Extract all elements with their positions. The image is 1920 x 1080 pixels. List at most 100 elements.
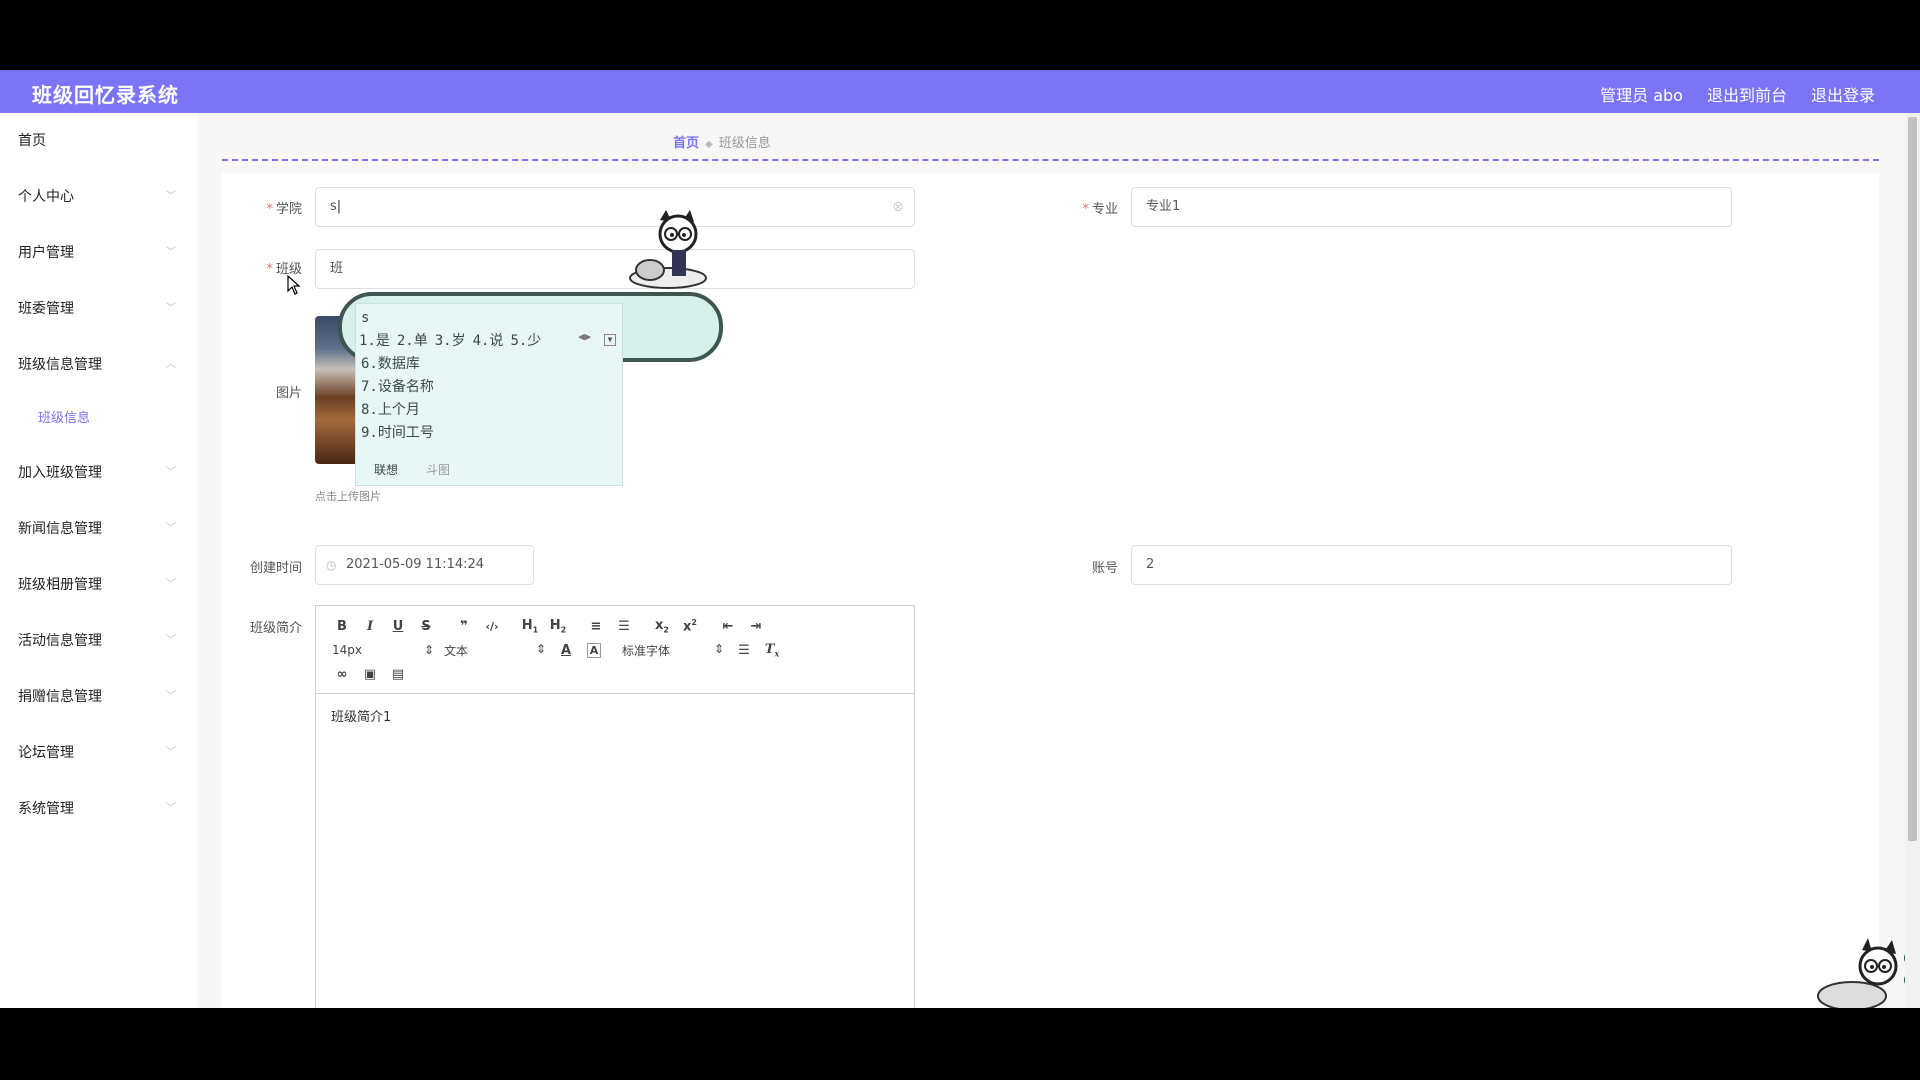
ime-page-arrows-icon[interactable]: ◀▶	[578, 330, 591, 343]
bullet-list-icon[interactable]: ☰	[610, 619, 638, 634]
ime-candidate[interactable]: 3.岁	[435, 333, 466, 349]
sidebar-item-join-class[interactable]: 加入班级管理 ﹀	[0, 445, 198, 501]
class-input[interactable]: 班	[315, 249, 915, 289]
clear-icon[interactable]: ⊗	[892, 188, 904, 226]
ime-candidate-window: s 1.是 2.单 3.岁 4.说 5.少 ◀▶ ▼ 6.数据库 7.设备名称 8.上个…	[355, 303, 623, 486]
divider	[222, 159, 1879, 161]
breadcrumb-separator-icon: ◆	[705, 139, 713, 150]
code-icon[interactable]: ‹/›	[478, 620, 506, 633]
ime-candidate[interactable]: 5.少	[510, 333, 541, 349]
ordered-list-icon[interactable]: ≡	[582, 619, 610, 634]
admin-user-link[interactable]: 管理员 abo	[1600, 82, 1683, 106]
select-arrows-icon: ⇕	[423, 643, 434, 657]
ime-candidate[interactable]: 4.说	[473, 333, 504, 349]
sidebar-item-label: 加入班级管理	[18, 465, 102, 481]
sidebar-item-donation[interactable]: 捐赠信息管理 ﹀	[0, 669, 198, 725]
font-size-select[interactable]: 14px ⇕	[328, 643, 440, 657]
editor-content[interactable]: 班级简介1	[316, 694, 914, 737]
ime-candidate[interactable]: 2.单	[397, 333, 428, 349]
exit-to-front-link[interactable]: 退出到前台	[1707, 82, 1787, 106]
bold-icon[interactable]: B	[328, 619, 356, 634]
main-content: 首页 ◆ 班级信息 * 学院 s| ⊗ * 专业 专业1 * 班级 班 图片 点击上传图片	[198, 113, 1905, 1008]
ime-tab-sticker[interactable]: 斗图	[426, 463, 450, 477]
ime-tabs: 联想 斗图	[374, 461, 478, 478]
ime-candidate[interactable]: 7.设备名称	[361, 376, 434, 399]
sidebar-item-class-info[interactable]: 班级信息管理 ︿	[0, 337, 198, 393]
sidebar-item-home[interactable]: 首页	[0, 113, 198, 169]
outdent-icon[interactable]: ⇤	[714, 619, 742, 634]
sidebar-item-label: 捐赠信息管理	[18, 689, 102, 705]
ime-expand-icon[interactable]: ▼	[604, 334, 616, 346]
rich-text-editor: B I U S ❞ ‹/› H1 H2 ≡ ☰ x2 x2 ⇤ ⇥ 14px ⇕…	[315, 605, 915, 1008]
sidebar-item-profile[interactable]: 个人中心 ﹀	[0, 169, 198, 225]
ime-candidate[interactable]: 1.是	[359, 333, 390, 349]
mascot-widget-icon[interactable]	[1812, 938, 1920, 1008]
subscript-icon[interactable]: x2	[648, 618, 676, 635]
sidebar-item-label: 论坛管理	[18, 745, 74, 761]
class-value: 班	[330, 261, 344, 276]
chevron-down-icon: ﹀	[166, 523, 176, 534]
ime-tab-association[interactable]: 联想	[374, 463, 398, 477]
app-window: 班级回忆录系统 管理员 abo 退出到前台 退出登录 首页 个人中心 ﹀ 用户管理…	[0, 70, 1920, 1008]
mouse-cursor-icon	[287, 275, 301, 295]
ime-candidate-list: 6.数据库 7.设备名称 8.上个月 9.时间工号	[361, 353, 434, 445]
background-color-icon[interactable]: A	[587, 642, 601, 658]
college-input[interactable]: s| ⊗	[315, 187, 915, 227]
sidebar-item-forum[interactable]: 论坛管理 ﹀	[0, 725, 198, 781]
align-icon[interactable]: ☰	[730, 643, 758, 658]
clear-format-icon[interactable]: Tx	[758, 642, 786, 659]
chevron-down-icon: ﹀	[166, 303, 176, 314]
sidebar-item-label: 班级信息管理	[18, 357, 102, 373]
underline-icon[interactable]: U	[384, 619, 412, 634]
ime-candidate[interactable]: 6.数据库	[361, 353, 434, 376]
major-label: * 专业	[1048, 198, 1118, 217]
account-input[interactable]: 2	[1131, 545, 1732, 585]
font-family-value: 标准字体	[622, 643, 671, 658]
sidebar-item-system[interactable]: 系统管理 ﹀	[0, 781, 198, 837]
chevron-down-icon: ﹀	[166, 803, 176, 814]
sidebar-subitem-class-info[interactable]: 班级信息	[0, 393, 198, 445]
header-actions: 管理员 abo 退出到前台 退出登录	[1600, 82, 1875, 106]
major-input[interactable]: 专业1	[1131, 187, 1732, 227]
editor-toolbar: B I U S ❞ ‹/› H1 H2 ≡ ☰ x2 x2 ⇤ ⇥ 14px ⇕…	[316, 606, 914, 694]
font-family-select[interactable]: 标准字体 ⇕	[618, 642, 730, 659]
strike-icon[interactable]: S	[412, 619, 440, 634]
required-mark: *	[266, 202, 273, 217]
italic-icon[interactable]: I	[356, 619, 384, 634]
h1-icon[interactable]: H1	[516, 618, 544, 635]
sidebar-item-label: 新闻信息管理	[18, 521, 102, 537]
sidebar-item-album[interactable]: 班级相册管理 ﹀	[0, 557, 198, 613]
indent-icon[interactable]: ⇥	[742, 619, 770, 634]
ime-candidate[interactable]: 8.上个月	[361, 399, 434, 422]
clock-icon: ◷	[326, 558, 337, 572]
sidebar-item-label: 系统管理	[18, 801, 74, 817]
created-time-label: 创建时间	[249, 561, 302, 576]
editor-content-text: 班级简介1	[331, 710, 392, 725]
chevron-down-icon: ﹀	[166, 691, 176, 702]
sidebar-item-news[interactable]: 新闻信息管理 ﹀	[0, 501, 198, 557]
sidebar-item-activity[interactable]: 活动信息管理 ﹀	[0, 613, 198, 669]
college-label: * 学院	[232, 198, 302, 217]
header-select[interactable]: 文本 ⇕	[440, 642, 552, 659]
link-icon[interactable]: ∞	[328, 667, 356, 682]
h2-icon[interactable]: H2	[544, 618, 572, 635]
image-icon[interactable]: ▣	[356, 667, 384, 682]
sidebar-item-committee[interactable]: 班委管理 ﹀	[0, 281, 198, 337]
sidebar-item-users[interactable]: 用户管理 ﹀	[0, 225, 198, 281]
font-color-icon[interactable]: A	[552, 643, 580, 658]
ime-candidate[interactable]: 9.时间工号	[361, 422, 434, 445]
page-scrollbar-thumb[interactable]	[1908, 117, 1917, 841]
required-mark: *	[266, 262, 273, 277]
sidebar-item-label: 活动信息管理	[18, 633, 102, 649]
logout-link[interactable]: 退出登录	[1811, 82, 1875, 106]
blockquote-icon[interactable]: ❞	[450, 619, 478, 634]
breadcrumb-home[interactable]: 首页	[673, 136, 699, 151]
ime-mascot-icon	[629, 210, 707, 289]
video-icon[interactable]: ▤	[384, 667, 412, 682]
created-time-value: 2021-05-09 11:14:24	[346, 557, 485, 572]
app-title: 班级回忆录系统	[32, 83, 179, 107]
created-time-picker[interactable]: ◷ 2021-05-09 11:14:24	[315, 545, 534, 585]
superscript-icon[interactable]: x2	[676, 618, 704, 634]
chevron-down-icon: ﹀	[166, 747, 176, 758]
chevron-down-icon: ﹀	[166, 247, 176, 258]
